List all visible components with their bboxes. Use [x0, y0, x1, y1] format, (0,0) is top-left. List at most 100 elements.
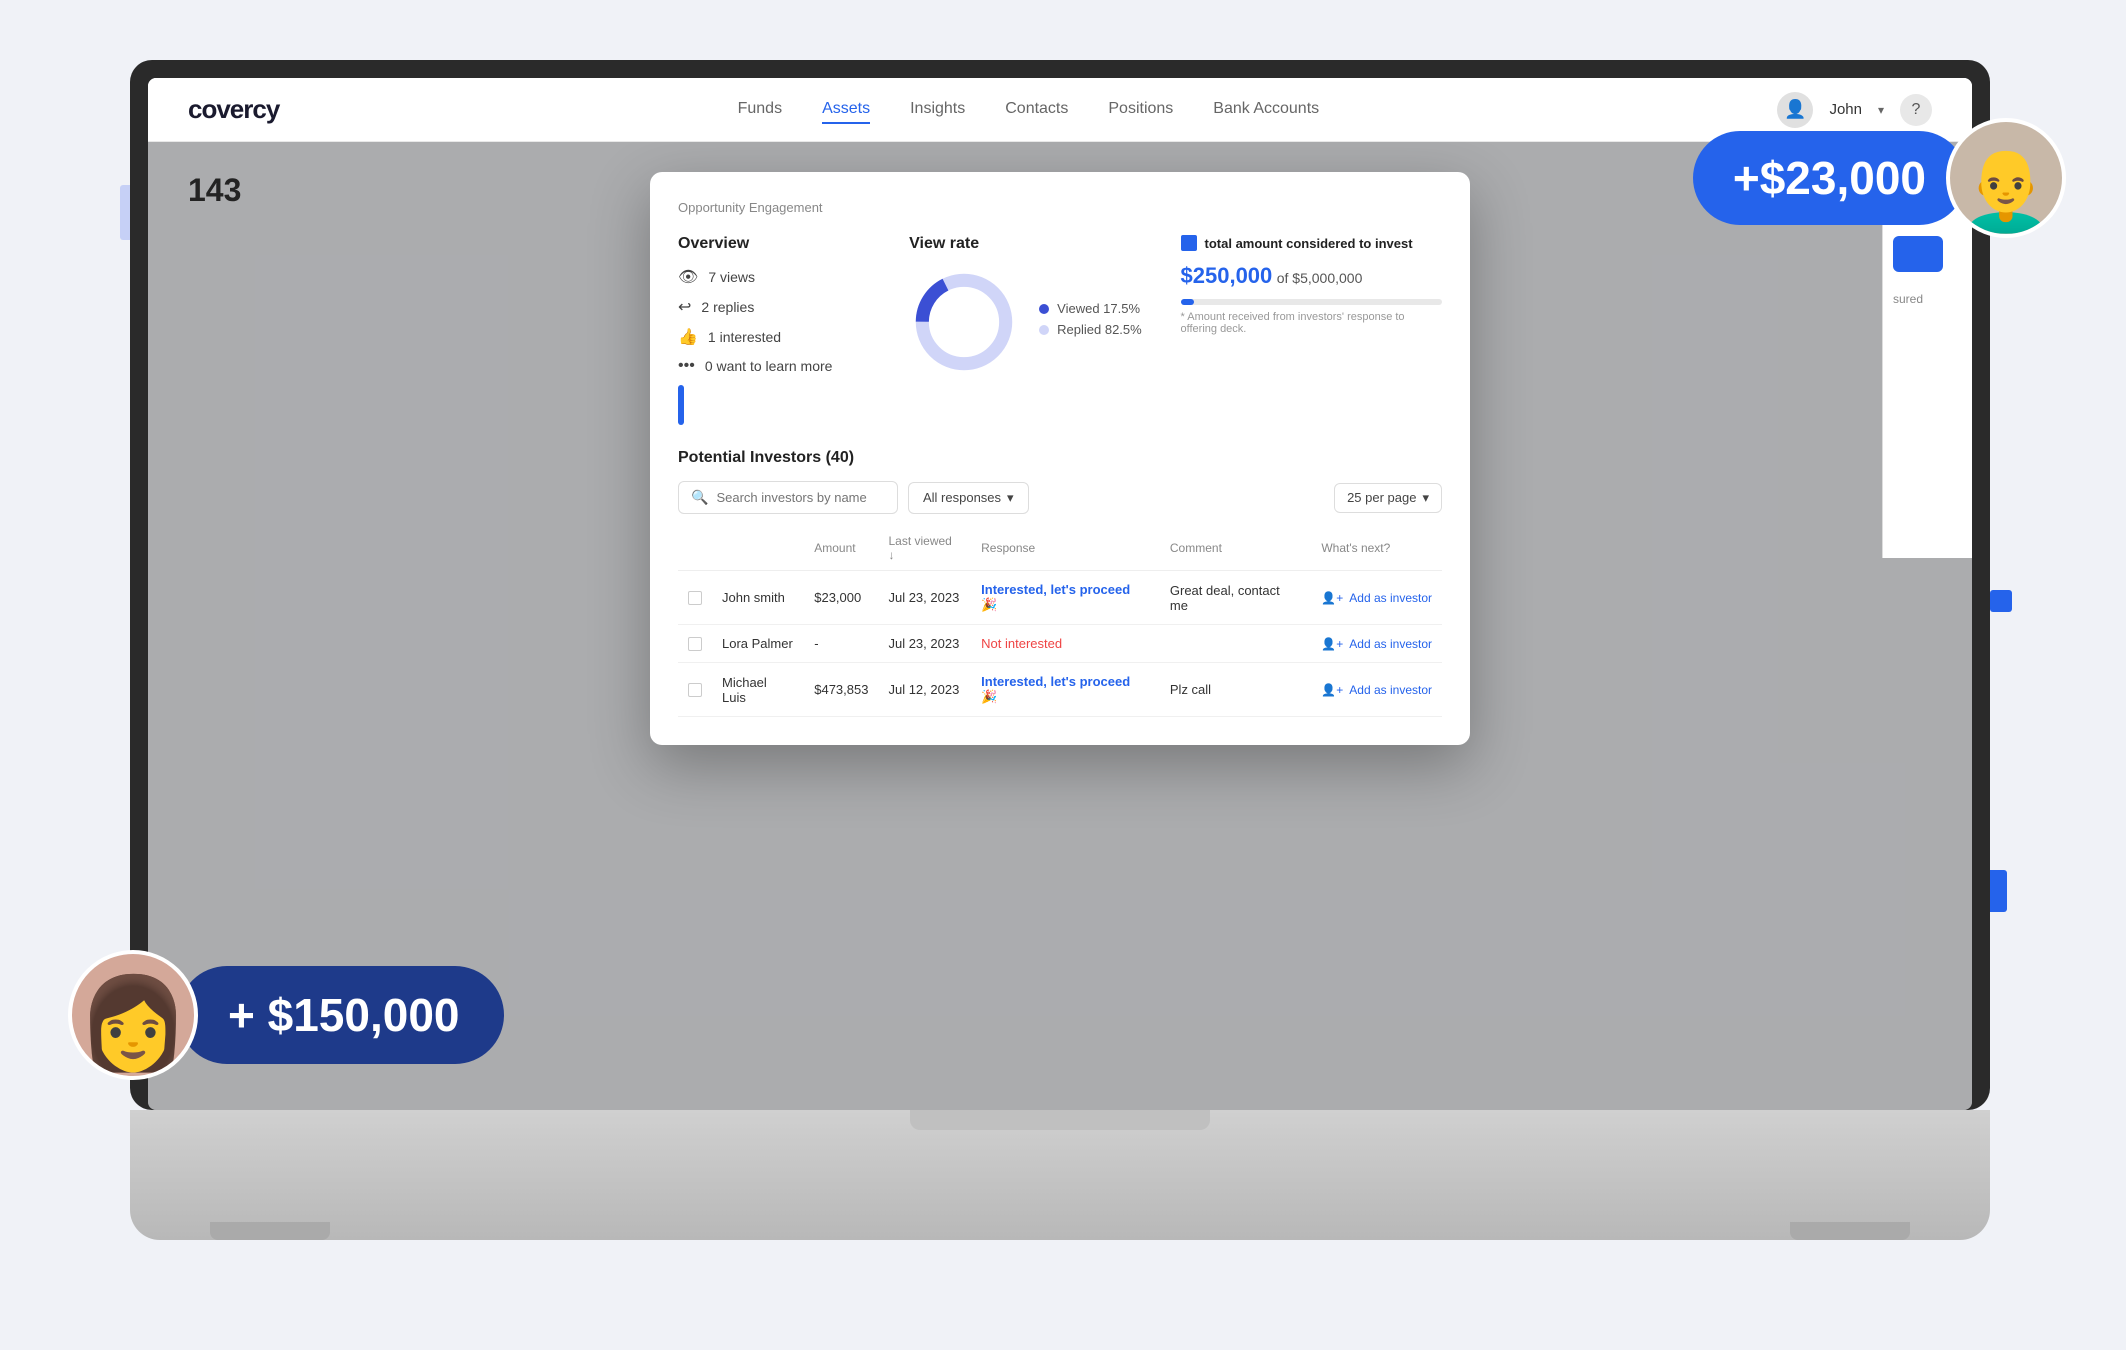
row2-response: Not interested	[971, 625, 1160, 663]
pagination-select[interactable]: 25 per page ▾	[1334, 483, 1442, 513]
indicator-bar	[678, 385, 684, 425]
stat-interested-label: 1 interested	[708, 329, 781, 345]
badge-left-amount: + $150,000	[228, 988, 460, 1042]
row2-amount: -	[804, 625, 878, 663]
row3-action: 👤+ Add as investor	[1311, 663, 1442, 717]
stat-learn-more: ••• 0 want to learn more	[678, 357, 879, 375]
row1-name: John smith	[712, 571, 804, 625]
filter-label: All responses	[923, 490, 1001, 505]
nav-contacts[interactable]: Contacts	[1005, 96, 1068, 124]
table-body: John smith $23,000 Jul 23, 2023 Interest…	[678, 571, 1442, 717]
total-amount-icon	[1181, 235, 1197, 251]
nav-positions[interactable]: Positions	[1108, 96, 1173, 124]
modal-title: Opportunity Engagement	[678, 200, 1442, 215]
badge-left: + $150,000	[178, 966, 504, 1064]
row3-action-label: Add as investor	[1349, 683, 1432, 697]
donut-legend: Viewed 17.5% Replied 82.5%	[1039, 301, 1142, 343]
viewrate-heading: View rate	[909, 235, 1150, 253]
badge-left-container: 👩 + $150,000	[68, 950, 504, 1080]
row3-checkbox[interactable]	[688, 683, 702, 697]
right-panel-blue-btn[interactable]	[1893, 236, 1943, 272]
stat-views-label: 7 views	[708, 269, 755, 285]
col-comment: Comment	[1160, 526, 1311, 571]
add-investor-icon-2: 👤+	[1321, 637, 1343, 651]
row2-action-label: Add as investor	[1349, 637, 1432, 651]
stat-views: 👁 7 views	[678, 267, 879, 287]
row3-checkbox-cell	[678, 663, 712, 717]
nav-insights[interactable]: Insights	[910, 96, 965, 124]
badge-right: +$23,000	[1693, 131, 1966, 225]
row2-comment	[1160, 625, 1311, 663]
laptop-base	[130, 1110, 1990, 1240]
row1-checkbox-cell	[678, 571, 712, 625]
row2-name: Lora Palmer	[712, 625, 804, 663]
potential-investors-section: Potential Investors (40) 🔍	[678, 449, 1442, 717]
deco-square-9	[1990, 590, 2012, 612]
col-last-viewed: Last viewed ↓	[878, 526, 971, 571]
nav-links: Funds Assets Insights Contacts Positions…	[339, 96, 1717, 124]
row3-name: Michael Luis	[712, 663, 804, 717]
row3-comment: Plz call	[1160, 663, 1311, 717]
stat-replies: ↩ 2 replies	[678, 297, 879, 317]
amount-of: of $5,000,000	[1277, 270, 1363, 286]
search-wrap[interactable]: 🔍	[678, 481, 898, 514]
table-row: John smith $23,000 Jul 23, 2023 Interest…	[678, 571, 1442, 625]
row3-response-text: Interested, let's proceed 🎉	[981, 674, 1130, 704]
amount-bar-fill	[1181, 299, 1194, 305]
row1-comment: Great deal, contact me	[1160, 571, 1311, 625]
row1-response: Interested, let's proceed 🎉	[971, 571, 1160, 625]
modal-sections: Overview 👁 7 views ↩ 2 replies	[678, 235, 1442, 425]
logo: covercy	[188, 94, 279, 125]
table-controls-left: 🔍 All responses ▾	[678, 481, 1029, 514]
dropdown-icon[interactable]: ▾	[1878, 103, 1884, 117]
row3-response: Interested, let's proceed 🎉	[971, 663, 1160, 717]
filter-chevron-icon: ▾	[1007, 490, 1014, 506]
table-row: Michael Luis $473,853 Jul 12, 2023 Inter…	[678, 663, 1442, 717]
learn-more-icon: •••	[678, 357, 695, 375]
amount-value: $250,000	[1181, 263, 1273, 288]
row3-last-viewed: Jul 12, 2023	[878, 663, 971, 717]
total-amount-heading: total amount considered to invest	[1205, 236, 1413, 251]
row3-add-investor-btn[interactable]: 👤+ Add as investor	[1321, 683, 1432, 697]
laptop-foot-left	[210, 1222, 330, 1240]
legend-replied-label: Replied 82.5%	[1057, 322, 1142, 337]
total-amount-values: $250,000 of $5,000,000	[1181, 263, 1442, 289]
row2-checkbox[interactable]	[688, 637, 702, 651]
replies-icon: ↩	[678, 297, 691, 317]
badge-right-amount: +$23,000	[1733, 151, 1926, 205]
search-input[interactable]	[716, 490, 885, 505]
badge-right-avatar: 👨‍🦲	[1946, 118, 2066, 238]
row1-last-viewed: Jul 23, 2023	[878, 571, 971, 625]
stat-interested: 👍 1 interested	[678, 327, 879, 347]
filter-all-responses[interactable]: All responses ▾	[908, 482, 1029, 514]
nav-assets[interactable]: Assets	[822, 96, 870, 124]
overview-heading: Overview	[678, 235, 879, 253]
pagination-label: 25 per page	[1347, 490, 1416, 505]
row1-amount: $23,000	[804, 571, 878, 625]
table-row: Lora Palmer - Jul 23, 2023 Not intereste…	[678, 625, 1442, 663]
row2-add-investor-btn[interactable]: 👤+ Add as investor	[1321, 637, 1432, 651]
row3-amount: $473,853	[804, 663, 878, 717]
legend-dot-viewed	[1039, 304, 1049, 314]
investors-table: Amount Last viewed ↓ Response Comment Wh…	[678, 526, 1442, 717]
stat-learn-more-label: 0 want to learn more	[705, 358, 833, 374]
col-whats-next: What's next?	[1311, 526, 1442, 571]
badge-right-container: +$23,000 👨‍🦲	[1693, 118, 2066, 238]
amount-note: * Amount received from investors' respon…	[1181, 311, 1442, 335]
nav-bank-accounts[interactable]: Bank Accounts	[1213, 96, 1319, 124]
row1-add-investor-btn[interactable]: 👤+ Add as investor	[1321, 591, 1432, 605]
row2-last-viewed: Jul 23, 2023	[878, 625, 971, 663]
nav-funds[interactable]: Funds	[738, 96, 782, 124]
right-panel-label3: sured	[1893, 292, 1962, 306]
stat-replies-label: 2 replies	[701, 299, 754, 315]
interested-icon: 👍	[678, 327, 698, 347]
section-viewrate: View rate	[909, 235, 1150, 425]
views-icon: 👁	[678, 267, 698, 287]
row1-checkbox[interactable]	[688, 591, 702, 605]
legend-dot-replied	[1039, 325, 1049, 335]
pagination-chevron-icon: ▾	[1422, 490, 1429, 506]
user-name-nav: John	[1829, 101, 1862, 118]
add-investor-icon: 👤+	[1321, 591, 1343, 605]
row2-response-text: Not interested	[981, 636, 1062, 651]
add-investor-icon-3: 👤+	[1321, 683, 1343, 697]
